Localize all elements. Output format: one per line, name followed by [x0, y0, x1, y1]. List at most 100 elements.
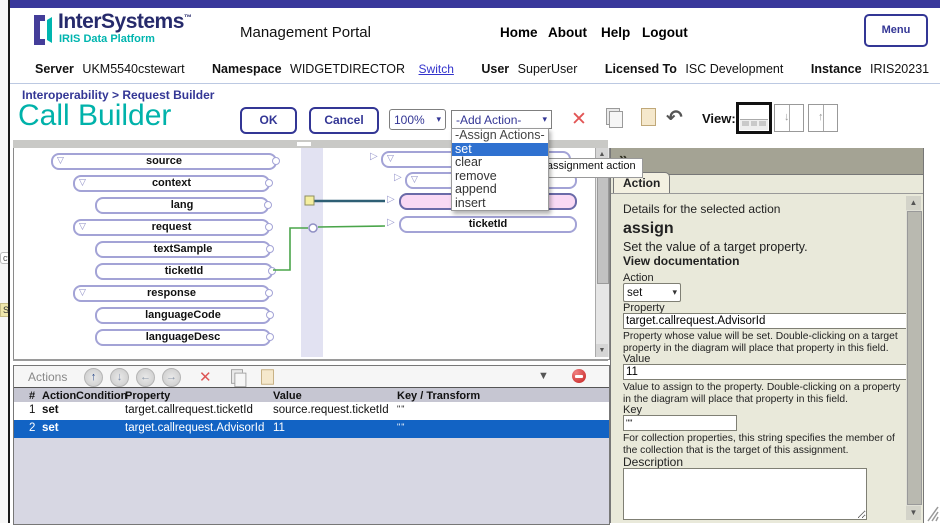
col-value: Value: [273, 390, 302, 402]
add-action-select[interactable]: -Add Action- ▾: [451, 110, 552, 129]
panel-content: Details for the selected action assign S…: [611, 193, 923, 523]
arrow-down-icon: ↓: [784, 111, 790, 123]
col-condition: Condition: [76, 390, 127, 402]
page-title: Call Builder: [18, 99, 171, 133]
row-key: "": [397, 404, 405, 414]
scrollbar-thumb[interactable]: [597, 162, 609, 284]
view-split-bottom-icon: [740, 119, 768, 130]
details-intro: Details for the selected action: [623, 202, 780, 216]
chevron-down-icon: ▾: [436, 114, 441, 125]
menu-item-clear[interactable]: clear: [452, 156, 548, 170]
nav-about[interactable]: About: [548, 25, 587, 40]
menu-item-assign-actions: -Assign Actions-: [452, 129, 548, 143]
move-up-button[interactable]: ↑: [84, 368, 103, 387]
move-down-button[interactable]: ↓: [110, 368, 129, 387]
zoom-select[interactable]: 100% ▾: [389, 109, 446, 130]
actions-toolbar: Actions ↑ ↓ ← → ✕ ▼: [14, 366, 609, 388]
copy-action-icon[interactable]: [230, 368, 244, 385]
value-input[interactable]: [623, 364, 911, 380]
top-accent-bar: [10, 0, 940, 8]
licensed-to-value: ISC Development: [685, 62, 783, 76]
row-key: "": [397, 422, 405, 432]
row-property: target.callrequest.ticketId: [125, 404, 253, 416]
resize-grip-icon[interactable]: [924, 505, 939, 522]
menu-item-insert[interactable]: insert: [452, 197, 548, 211]
view-expand-down-button[interactable]: ↓: [774, 104, 804, 132]
move-right-button[interactable]: →: [162, 368, 181, 387]
view-split-bottom-button[interactable]: [736, 102, 772, 134]
collapse-caret-icon[interactable]: ▼: [538, 370, 549, 382]
arrow-up-icon: ↑: [818, 111, 824, 123]
actions-title: Actions: [28, 370, 67, 384]
row-num: 1: [29, 404, 35, 416]
menu-item-set[interactable]: set: [452, 143, 548, 157]
panel-scrollbar[interactable]: ▲ ▼: [906, 196, 921, 520]
add-action-select-value: -Add Action-: [456, 113, 521, 127]
portal-title: Management Portal: [240, 24, 371, 41]
undo-icon[interactable]: ↶: [666, 105, 683, 130]
description-textarea[interactable]: [623, 468, 867, 520]
menu-button[interactable]: Menu: [864, 14, 928, 47]
key-input[interactable]: [623, 415, 737, 431]
action-select-value: set: [627, 287, 642, 299]
namespace-label: Namespace: [212, 62, 282, 76]
row-value: 11: [273, 422, 285, 434]
view-expand-up-button[interactable]: ↑: [808, 104, 838, 132]
paste-icon[interactable]: [641, 108, 656, 126]
action-row[interactable]: 1 set target.callrequest.ticketId source…: [14, 402, 609, 421]
server-label: Server: [35, 62, 74, 76]
nav-help[interactable]: Help: [601, 25, 630, 40]
nav-home[interactable]: Home: [500, 25, 538, 40]
user-value: SuperUser: [518, 62, 578, 76]
intersystems-logo-icon: [32, 13, 56, 47]
instance-label: Instance: [811, 62, 862, 76]
trademark: ™: [184, 13, 192, 22]
ok-button[interactable]: OK: [240, 107, 297, 134]
col-num: #: [29, 390, 35, 402]
scroll-down-icon[interactable]: ▼: [906, 506, 921, 520]
remove-all-icon[interactable]: [572, 369, 586, 383]
edge-fragment: ct: [0, 252, 8, 264]
server-value: UKM5540cstewart: [82, 62, 184, 76]
row-action: set: [42, 404, 59, 416]
switch-link[interactable]: Switch: [419, 62, 454, 76]
edge-fragment: S: [0, 303, 8, 317]
cancel-button[interactable]: Cancel: [309, 107, 379, 134]
row-property: target.callrequest.AdvisorId: [125, 422, 264, 434]
actions-panel: Actions ↑ ↓ ← → ✕ ▼ # Action Condition P…: [13, 365, 610, 525]
instance-value: IRIS20231: [870, 62, 929, 76]
col-key-transform: Key / Transform: [397, 390, 480, 402]
menu-item-append[interactable]: append: [452, 183, 548, 197]
delete-action-icon[interactable]: ✕: [199, 368, 212, 386]
delete-icon[interactable]: ✕: [571, 108, 587, 131]
view-label: View:: [702, 111, 736, 126]
scroll-up-icon[interactable]: ▲: [906, 196, 921, 210]
brand-text: InterSystems: [58, 10, 184, 33]
value-help-text: Value to assign to the property. Double-…: [623, 382, 909, 406]
row-action: set: [42, 422, 59, 434]
scrollbar-thumb[interactable]: [907, 211, 922, 505]
nav-logout[interactable]: Logout: [642, 25, 688, 40]
property-help-text: Property whose value will be set. Double…: [623, 331, 909, 355]
description-field-label: Description: [623, 455, 683, 469]
paste-action-icon[interactable]: [260, 368, 275, 386]
copy-icon[interactable]: [606, 108, 620, 125]
action-select[interactable]: set ▾: [623, 283, 681, 302]
action-details-panel: » Action Details for the selected action…: [610, 148, 924, 523]
add-action-dropdown-menu: -Assign Actions- set clear remove append…: [451, 128, 549, 211]
menu-item-remove[interactable]: remove: [452, 170, 548, 184]
action-heading: assign: [623, 220, 674, 238]
property-input[interactable]: [623, 313, 911, 329]
zoom-select-value: 100%: [394, 113, 425, 127]
diagram-scrollbar[interactable]: ▲ ▼: [595, 148, 609, 357]
licensed-to-label: Licensed To: [605, 62, 677, 76]
chevron-down-icon: ▾: [542, 114, 547, 125]
scroll-down-icon[interactable]: ▼: [596, 344, 608, 357]
background-window-sliver: ct S: [0, 0, 8, 523]
move-left-button[interactable]: ←: [136, 368, 155, 387]
user-label: User: [481, 62, 509, 76]
action-row-selected[interactable]: 2 set target.callrequest.AdvisorId 11 "": [14, 420, 609, 438]
view-documentation-link[interactable]: View documentation: [623, 254, 739, 268]
col-action: Action: [42, 390, 76, 402]
chevron-down-icon: ▾: [672, 287, 677, 298]
